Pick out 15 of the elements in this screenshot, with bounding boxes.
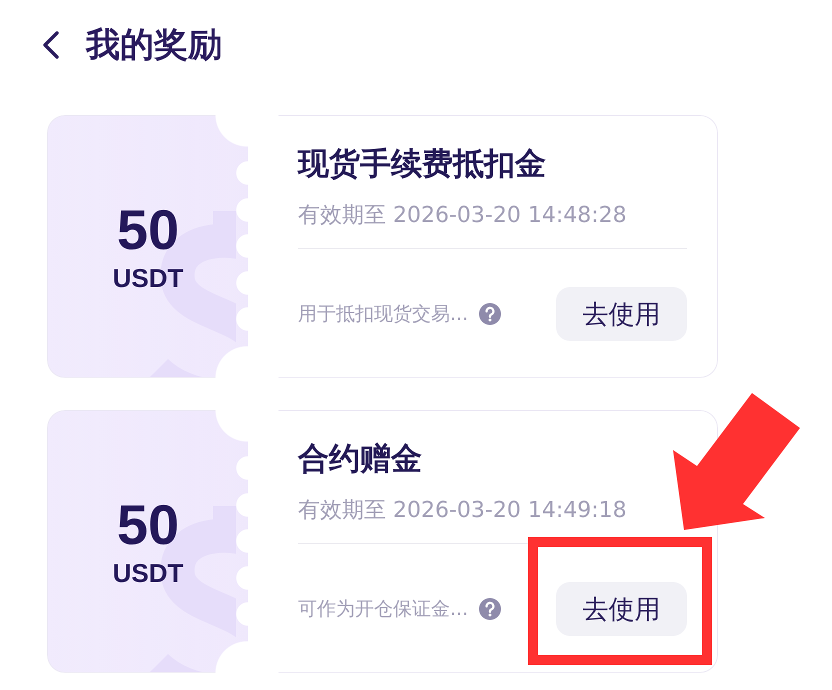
- coupon-title: 合约赠金: [298, 441, 423, 477]
- page-title: 我的奖励: [86, 25, 222, 65]
- help-icon[interactable]: [479, 303, 502, 325]
- coupon-description: 用于抵扣现货交易...: [298, 302, 468, 327]
- help-icon[interactable]: [479, 598, 502, 620]
- reward-currency: USDT: [112, 558, 184, 586]
- use-button[interactable]: 去使用: [556, 287, 687, 341]
- reward-amount: 50: [116, 496, 180, 552]
- coupon-title: 现货手续费抵扣金: [298, 146, 547, 182]
- expiry-date: 有效期至 2026-03-20 14:48:28: [298, 202, 628, 230]
- use-button[interactable]: 去使用: [556, 582, 687, 636]
- coupon-description: 可作为开仓保证金...: [298, 597, 468, 622]
- reward-amount: 50: [116, 202, 180, 258]
- expiry-date: 有效期至 2026-03-20 14:49:18: [298, 497, 628, 525]
- reward-currency: USDT: [112, 264, 184, 292]
